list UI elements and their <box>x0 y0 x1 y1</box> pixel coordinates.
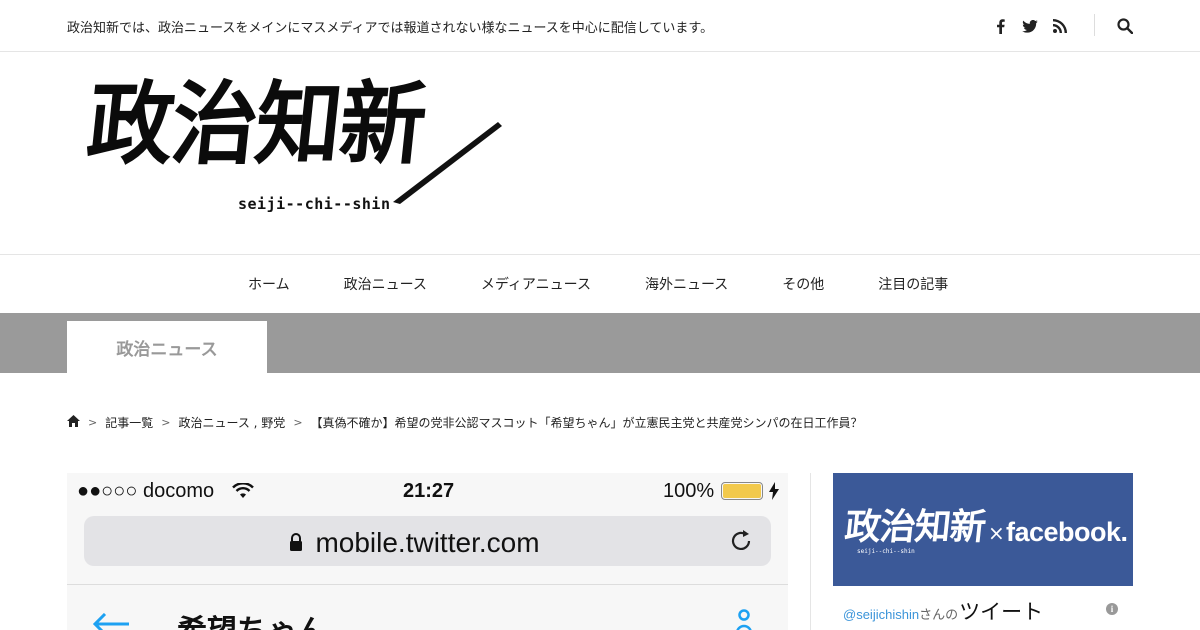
article-image: ●●○○○ docomo 21:27 100% mobile.twitter.c… <box>67 473 788 630</box>
nav-item-home[interactable]: ホーム <box>221 274 317 294</box>
info-icon[interactable]: i <box>1106 603 1118 615</box>
url-text: mobile.twitter.com <box>315 527 540 558</box>
header-separator <box>1094 14 1095 36</box>
logo-kanji: 政治知新 <box>82 71 430 178</box>
logo-brush-stroke <box>393 122 502 204</box>
site-tagline: 政治知新では、政治ニュースをメインにマスメディアでは報道されない様なニュースを中… <box>67 21 714 36</box>
profile-name: 希望ちゃん <box>177 606 327 630</box>
breadcrumb-item-articles[interactable]: 記事一覧 <box>105 414 153 431</box>
facebook-icon[interactable] <box>985 15 1015 37</box>
back-arrow-icon <box>92 613 129 630</box>
facebook-banner[interactable]: 政治知新 seiji--chi--shin × facebook. <box>833 473 1133 586</box>
search-icon[interactable] <box>1114 15 1136 37</box>
clock-time: 21:27 <box>403 480 455 502</box>
logo-romaji: seiji--chi--shin <box>238 195 391 213</box>
wifi-icon <box>232 483 254 498</box>
reload-icon <box>731 530 751 550</box>
nav-item-featured[interactable]: 注目の記事 <box>851 274 975 294</box>
chevron-right-icon: > <box>293 416 303 429</box>
breadcrumb: > 記事一覧 > 政治ニュース , 野党 > 【真偽不確か】希望の党非公認マスコ… <box>67 414 863 431</box>
url-bar: mobile.twitter.com <box>84 516 771 566</box>
twitter-icon[interactable] <box>1015 15 1045 37</box>
fb-banner-kanji: 政治知新 <box>842 506 988 548</box>
twitter-widget-title: ツイート <box>959 600 1044 624</box>
fb-banner-cross: × <box>988 521 1005 545</box>
image-divider <box>67 584 788 585</box>
fb-banner-romaji: seiji--chi--shin <box>857 548 915 555</box>
global-nav: ホーム 政治ニュース メディアニュース 海外ニュース その他 注目の記事 <box>0 254 1200 313</box>
carrier-label: ●●○○○ docomo <box>77 480 215 502</box>
charging-icon <box>769 482 779 500</box>
battery-percent: 100% <box>663 480 715 502</box>
breadcrumb-current: 【真偽不確か】希望の党非公認マスコット「希望ちゃん」が立憲民主党と共産党シンパの… <box>310 416 863 430</box>
site-logo[interactable]: 政治知新 seiji--chi--shin <box>82 71 508 217</box>
breadcrumb-item-category[interactable]: 政治ニュース , 野党 <box>178 414 285 431</box>
twitter-handle-suffix: さんの <box>919 608 959 623</box>
twitter-handle-link[interactable]: @seijichishin <box>843 607 919 622</box>
rss-icon[interactable] <box>1045 15 1075 37</box>
category-title: 政治ニュース <box>67 321 267 373</box>
nav-item-media[interactable]: メディアニュース <box>454 274 618 294</box>
chevron-right-icon: > <box>88 416 98 429</box>
person-icon <box>736 609 752 630</box>
nav-item-other[interactable]: その他 <box>755 274 851 294</box>
category-band: 政治ニュース <box>0 313 1200 373</box>
phone-status-bar: ●●○○○ docomo 21:27 100% <box>67 473 788 509</box>
fb-banner-word: facebook. <box>1006 517 1128 547</box>
nav-item-overseas[interactable]: 海外ニュース <box>618 274 755 294</box>
battery-icon <box>721 482 763 500</box>
sidebar-divider <box>810 473 811 630</box>
social-links <box>985 15 1075 37</box>
top-bar: 政治知新では、政治ニュースをメインにマスメディアでは報道されない様なニュースを中… <box>0 0 1200 52</box>
home-icon[interactable] <box>67 415 80 430</box>
nav-item-politics[interactable]: 政治ニュース <box>317 274 454 294</box>
twitter-widget-header: @seijichishin さんの ツイート <box>843 596 1043 626</box>
chevron-right-icon: > <box>161 416 171 429</box>
